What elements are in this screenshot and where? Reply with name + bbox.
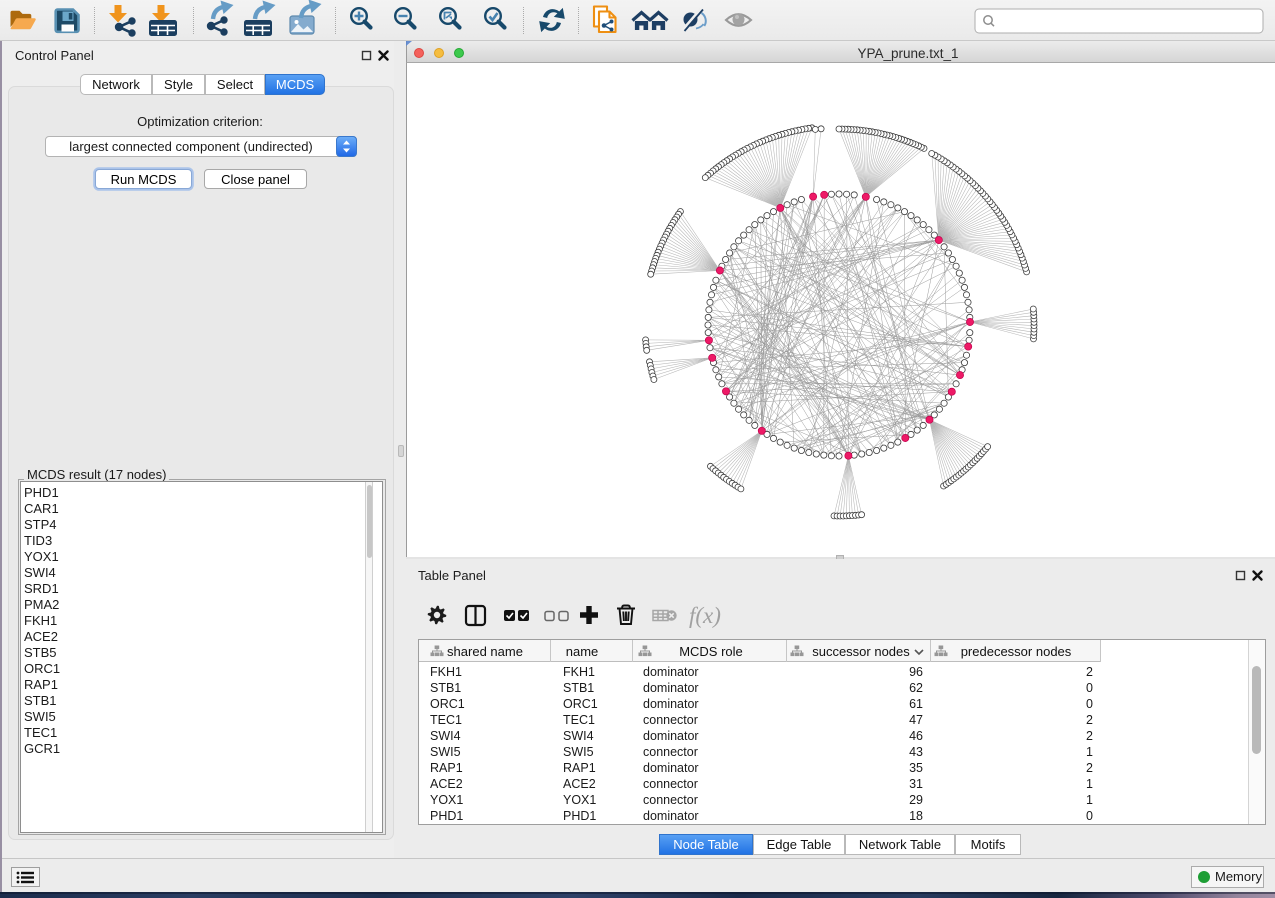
svg-text:f(x): f(x): [689, 603, 721, 628]
